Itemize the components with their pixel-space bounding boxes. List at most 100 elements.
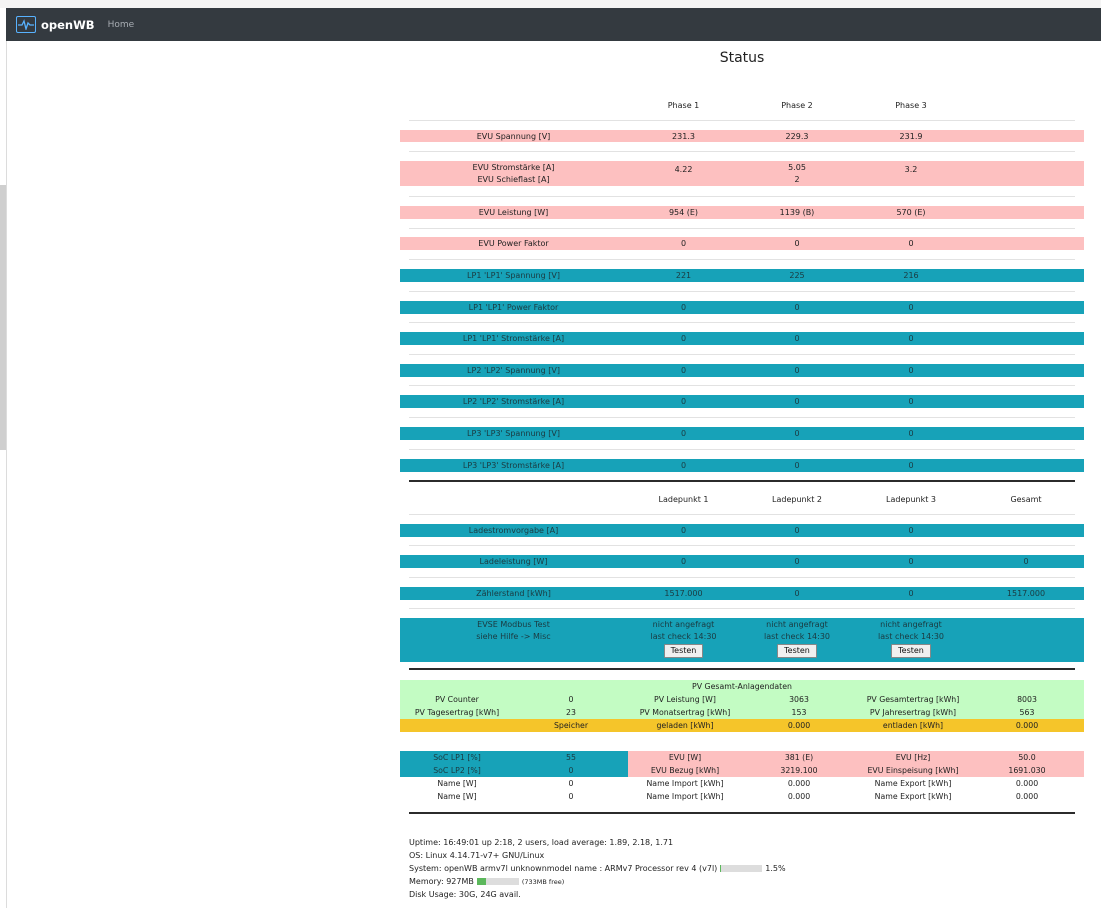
evse-status: nicht angefragt: [880, 620, 942, 629]
section-divider: [409, 668, 1075, 670]
row-value: 0: [908, 461, 914, 470]
row-value: 0: [908, 526, 914, 535]
memory-text: Memory: 927MB: [409, 877, 474, 886]
gesamt-header: Gesamt: [1010, 494, 1042, 504]
row-value: 216: [903, 271, 919, 280]
row-label: LP3 'LP3' Spannung [V]: [467, 429, 560, 438]
row-label: LP2 'LP2' Spannung [V]: [467, 366, 560, 375]
ladepunkt-header-row: Ladepunkt 1 Ladepunkt 2 Ladepunkt 3 Gesa…: [400, 493, 1084, 505]
evse-last-check: last check 14:30: [650, 632, 717, 641]
row-value: 0: [908, 334, 914, 343]
row-value: 4.22: [674, 165, 693, 174]
testen-button-lp1[interactable]: Testen: [663, 644, 704, 658]
separator: [409, 120, 1075, 121]
name-value: 0: [568, 792, 574, 801]
row-value: 3.2: [904, 165, 918, 174]
ladepunkt-1-header: Ladepunkt 1: [658, 494, 709, 504]
evse-last-check: last check 14:30: [878, 632, 944, 641]
pv-value: 8003: [1017, 695, 1037, 704]
evu-label: EVU Bezug [kWh]: [628, 764, 742, 777]
row-value: 0: [794, 461, 800, 470]
soc-label: SoC LP1 [%]: [400, 751, 514, 764]
nav-home-link[interactable]: Home: [108, 20, 135, 30]
name-value: 0: [568, 779, 574, 788]
row-value: 0: [680, 526, 687, 535]
soc-value: 55: [514, 751, 628, 764]
separator: [409, 417, 1075, 418]
row-label: LP1 'LP1' Spannung [V]: [467, 271, 560, 280]
evse-last-check: last check 14:30: [764, 632, 830, 641]
evu-spannung-row: EVU Spannung [V] 231.3 229.3 231.9: [400, 130, 1084, 142]
pv-value: 563: [1019, 708, 1035, 717]
row-label: Zählerstand [kWh]: [476, 589, 551, 598]
phase-header-row: Phase 1 Phase 2 Phase 3: [400, 99, 1084, 111]
zaehlerstand-row: Zählerstand [kWh] 1517.000 0 0 1517.000: [400, 587, 1084, 600]
evse-modbus-row: EVSE Modbus Test siehe Hilfe -> Misc nic…: [400, 618, 1084, 662]
row-value: 0: [794, 303, 800, 312]
pv-row: PV Tagesertrag [kWh] 23 PV Monatsertrag …: [400, 706, 1084, 719]
row-value: 221: [675, 271, 692, 280]
row-value: 231.3: [672, 131, 695, 141]
row-value: 0: [794, 526, 800, 535]
evu-value: 381 (E): [742, 751, 856, 764]
pv-value: 0: [568, 695, 574, 704]
separator: [409, 151, 1075, 152]
name-label: Name [W]: [437, 792, 477, 801]
evse-label: EVSE Modbus Test: [477, 620, 550, 629]
separator: [409, 514, 1075, 515]
separator: [409, 228, 1075, 229]
row-value: 0: [908, 303, 914, 312]
pv-label: PV Gesamtertrag [kWh]: [866, 695, 960, 704]
section-divider: [409, 812, 1075, 814]
pv-value: 3063: [789, 695, 809, 704]
testen-button-lp3[interactable]: Testen: [891, 644, 931, 658]
row-value: 1517.000: [664, 589, 703, 598]
ladepunkt-3-header: Ladepunkt 3: [886, 494, 936, 504]
uptime-text: Uptime: 16:49:01 up 2:18, 2 users, load …: [409, 838, 674, 847]
row-label: Ladestromvorgabe [A]: [468, 526, 559, 535]
memory-free: (733MB free): [521, 877, 565, 886]
separator: [409, 354, 1075, 355]
phase-1-header: Phase 1: [667, 100, 700, 110]
evu-powerfaktor-row: EVU Power Faktor 0 0 0: [400, 237, 1084, 250]
speicher-label: geladen [kWh]: [656, 721, 714, 730]
row-value: 1517.000: [1006, 589, 1046, 598]
separator: [409, 291, 1075, 292]
pv-title-row: PV Gesamt-Anlagendaten: [400, 680, 1084, 693]
pv-value: 23: [566, 708, 576, 717]
browser-bookmark-strip: [0, 0, 1101, 8]
evse-status: nicht angefragt: [766, 620, 828, 629]
name-label: Name [W]: [437, 779, 477, 788]
cpu-percent: 1.5%: [765, 864, 786, 873]
soc-row: SoC LP2 [%] 0 EVU Bezug [kWh] 3219.100 E…: [400, 764, 1084, 777]
row-label: EVU Stromstärke [A]: [472, 162, 555, 172]
scrollbar[interactable]: [0, 185, 6, 450]
speicher-label: entladen [kWh]: [882, 721, 944, 730]
row-value: 0: [794, 397, 800, 406]
ladepunkt-2-header: Ladepunkt 2: [772, 494, 822, 504]
name-label: Name Import [kWh]: [646, 792, 724, 801]
ladeleistung-row: Ladeleistung [W] 0 0 0 0: [400, 555, 1084, 568]
testen-button-lp2[interactable]: Testen: [777, 644, 817, 658]
system-text: System: openWB armv7l unknownmodel name …: [409, 864, 718, 873]
cpu-bar: [720, 865, 763, 872]
row-value: 0: [908, 557, 914, 566]
soc-label: SoC LP2 [%]: [400, 764, 514, 777]
memory-bar: [476, 878, 519, 885]
evse-status: nicht angefragt: [652, 620, 715, 629]
row-value: 225: [789, 271, 805, 280]
speicher-row: Speicher geladen [kWh] 0.000 entladen [k…: [400, 719, 1084, 732]
row-value: 0: [908, 239, 914, 248]
pv-title: PV Gesamt-Anlagendaten: [692, 682, 792, 691]
row-value: 0: [680, 397, 687, 406]
evu-label: EVU [Hz]: [856, 751, 970, 764]
brand-link[interactable]: openWB: [16, 16, 95, 33]
separator: [409, 196, 1075, 197]
row-value: 0: [794, 366, 800, 375]
lp3-stromstaerke-row: LP3 'LP3' Stromstärke [A] 0 0 0: [400, 459, 1084, 472]
row-value: 0: [908, 429, 914, 438]
row-label: Ladeleistung [W]: [479, 557, 548, 566]
soc-row: SoC LP1 [%] 55 EVU [W] 381 (E) EVU [Hz] …: [400, 751, 1084, 764]
speicher-value: 0.000: [787, 721, 811, 730]
brand-name: openWB: [41, 17, 95, 32]
